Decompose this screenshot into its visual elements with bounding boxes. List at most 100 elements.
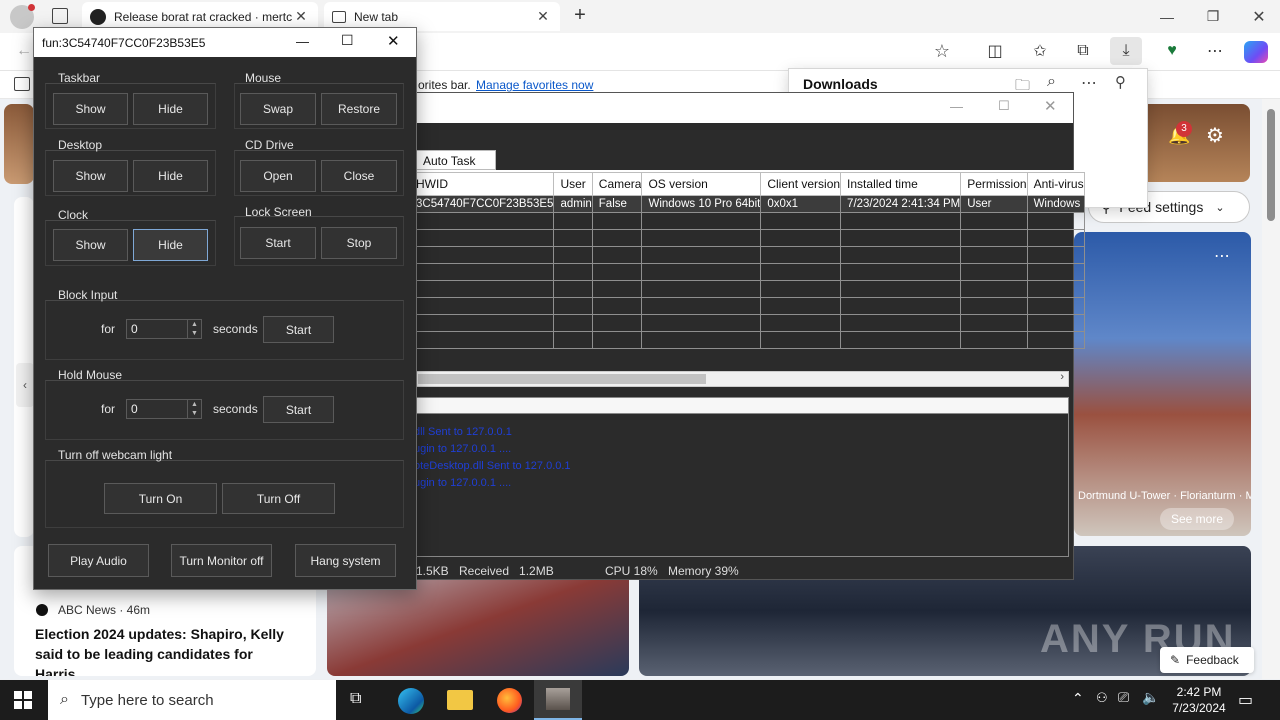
- stepper-arrows-icon[interactable]: ▲ ▼: [187, 320, 201, 338]
- log-line: ugin to 127.0.0.1 ....: [414, 477, 512, 489]
- close-tab-icon[interactable]: ✕: [292, 8, 310, 25]
- col-user[interactable]: User: [553, 172, 593, 196]
- rat-close-icon[interactable]: ✕: [1044, 97, 1057, 115]
- close-tab-icon[interactable]: ✕: [534, 8, 552, 25]
- collections-icon[interactable]: ⧉: [1067, 37, 1099, 65]
- mouse-swap-button[interactable]: Swap: [240, 93, 316, 125]
- fun-maximize-icon[interactable]: ☐: [341, 32, 354, 49]
- start-windows-icon[interactable]: [14, 691, 32, 709]
- scrollbar-thumb[interactable]: [418, 374, 706, 384]
- turn-monitor-off-button[interactable]: Turn Monitor off: [171, 544, 272, 577]
- new-tab-plus-icon[interactable]: +: [568, 4, 592, 28]
- col-client-version[interactable]: Client version: [760, 172, 842, 196]
- fun-close-icon[interactable]: ✕: [387, 32, 400, 50]
- webcam-turn-off-button[interactable]: Turn Off: [222, 483, 335, 514]
- dortmund-image-card[interactable]: ⋯ Dortmund U-Tower · Florianturm · Museu…: [1074, 232, 1251, 536]
- new-tab-page-icon: [332, 10, 346, 23]
- stepper-arrows-icon[interactable]: ▲ ▼: [187, 400, 201, 418]
- clock-hide-button[interactable]: Hide: [133, 229, 208, 261]
- show-hidden-icons-icon[interactable]: ⌃: [1072, 690, 1084, 707]
- file-explorer-icon[interactable]: [447, 690, 473, 710]
- scrollbar-thumb[interactable]: [1267, 109, 1275, 221]
- cd-open-button[interactable]: Open: [240, 160, 316, 192]
- people-icon[interactable]: ⚇: [1096, 690, 1108, 706]
- block-input-start-button[interactable]: Start: [263, 316, 334, 343]
- clock-show-button[interactable]: Show: [53, 229, 128, 261]
- favorites-icon[interactable]: ✩: [1024, 37, 1056, 65]
- col-installed-time[interactable]: Installed time: [840, 172, 962, 196]
- minimize-icon[interactable]: —: [1144, 0, 1190, 33]
- firefox-icon[interactable]: [497, 688, 522, 713]
- clock[interactable]: 2:42 PM 7/23/2024: [1164, 684, 1234, 716]
- hang-system-button[interactable]: Hang system: [295, 544, 396, 577]
- scroll-right-icon[interactable]: ›: [1060, 371, 1064, 383]
- more-menu-icon[interactable]: ⋯: [1199, 37, 1231, 65]
- block-input-seconds-stepper[interactable]: 0 ▲ ▼: [126, 319, 202, 339]
- browser-essentials-icon[interactable]: ♥: [1156, 37, 1188, 65]
- status-memory: Memory 39%: [668, 564, 739, 578]
- import-favorites-icon[interactable]: [14, 77, 30, 91]
- lock-start-button[interactable]: Start: [240, 227, 316, 259]
- col-permission[interactable]: Permission: [960, 172, 1028, 196]
- network-icon[interactable]: ⎚: [1118, 689, 1129, 706]
- rat-maximize-icon[interactable]: ☐: [998, 98, 1010, 114]
- desktop-hide-button[interactable]: Hide: [133, 160, 208, 192]
- rat-app-taskbar-button[interactable]: [534, 680, 582, 720]
- carousel-prev-icon[interactable]: ‹: [16, 363, 34, 407]
- tab-actions-icon[interactable]: [52, 8, 68, 24]
- desktop-show-button[interactable]: Show: [53, 160, 128, 192]
- taskbar-show-button[interactable]: Show: [53, 93, 128, 125]
- feedback-button[interactable]: ✎ Feedback: [1160, 647, 1254, 673]
- cd-close-button[interactable]: Close: [321, 160, 397, 192]
- group-label: Lock Screen: [245, 205, 312, 219]
- taskbar-hide-button[interactable]: Hide: [133, 93, 208, 125]
- group-label: Mouse: [245, 71, 282, 85]
- table-row[interactable]: 3C54740F7CC0F23B53E5 admin False Windows…: [408, 195, 1085, 213]
- tab-auto-task[interactable]: Auto Task: [416, 150, 496, 170]
- split-screen-icon[interactable]: ◫: [979, 37, 1011, 65]
- volume-icon[interactable]: 🔈: [1142, 689, 1159, 706]
- taskbar-search-box[interactable]: ⌕ Type here to search: [48, 680, 336, 720]
- edge-taskbar-icon[interactable]: [398, 688, 424, 714]
- clock-date: 7/23/2024: [1172, 701, 1226, 715]
- news-source: ABC News · 46m: [58, 603, 151, 617]
- task-view-icon[interactable]: ⧉: [350, 690, 370, 710]
- see-more-button[interactable]: See more: [1160, 508, 1234, 530]
- card-more-icon[interactable]: ⋯: [1214, 246, 1230, 266]
- cell-antivirus: Windows: [1026, 195, 1085, 213]
- mouse-restore-button[interactable]: Restore: [321, 93, 397, 125]
- rat-minimize-icon[interactable]: —: [950, 99, 963, 114]
- col-antivirus[interactable]: Anti-virus: [1026, 172, 1085, 196]
- cell-os: Windows 10 Pro 64bit: [641, 195, 762, 213]
- cell-hwid: 3C54740F7CC0F23B53E5: [408, 195, 555, 213]
- background-hero-image-right: [1140, 104, 1250, 182]
- fun-minimize-icon[interactable]: —: [296, 34, 309, 49]
- news-headline[interactable]: Election 2024 updates: Shapiro, Kelly sa…: [35, 624, 305, 676]
- cell-installed-time: 7/23/2024 2:41:34 PM: [840, 195, 962, 213]
- table-row: [408, 246, 1085, 264]
- downloads-icon[interactable]: ⤓: [1110, 37, 1142, 65]
- webcam-turn-on-button[interactable]: Turn On: [104, 483, 217, 514]
- favorite-star-icon[interactable]: ☆: [916, 37, 968, 65]
- notification-center-icon[interactable]: ▭: [1238, 690, 1253, 710]
- copilot-icon[interactable]: [1244, 41, 1268, 63]
- hold-mouse-seconds-stepper[interactable]: 0 ▲ ▼: [126, 399, 202, 419]
- group-label: Desktop: [58, 138, 103, 152]
- page-scrollbar[interactable]: [1262, 99, 1280, 679]
- play-audio-button[interactable]: Play Audio: [48, 544, 149, 577]
- hold-mouse-start-button[interactable]: Start: [263, 396, 334, 423]
- manage-favorites-link[interactable]: Manage favorites now: [476, 78, 593, 92]
- search-downloads-icon[interactable]: ⌕: [1047, 73, 1056, 91]
- table-row: [408, 314, 1085, 332]
- settings-gear-icon[interactable]: ⚙: [1206, 123, 1224, 148]
- col-os-version[interactable]: OS version: [641, 172, 762, 196]
- close-window-icon[interactable]: ✕: [1236, 0, 1280, 33]
- restore-icon[interactable]: ❐: [1190, 0, 1236, 33]
- pin-icon[interactable]: ⚲: [1115, 73, 1126, 91]
- table-horizontal-scrollbar[interactable]: ›: [409, 371, 1069, 387]
- downloads-more-icon[interactable]: ⋯: [1081, 73, 1097, 93]
- lock-stop-button[interactable]: Stop: [321, 227, 397, 259]
- col-camera[interactable]: Camera: [591, 172, 643, 196]
- profile-avatar[interactable]: [10, 4, 35, 29]
- col-hwid[interactable]: HWID: [408, 172, 555, 196]
